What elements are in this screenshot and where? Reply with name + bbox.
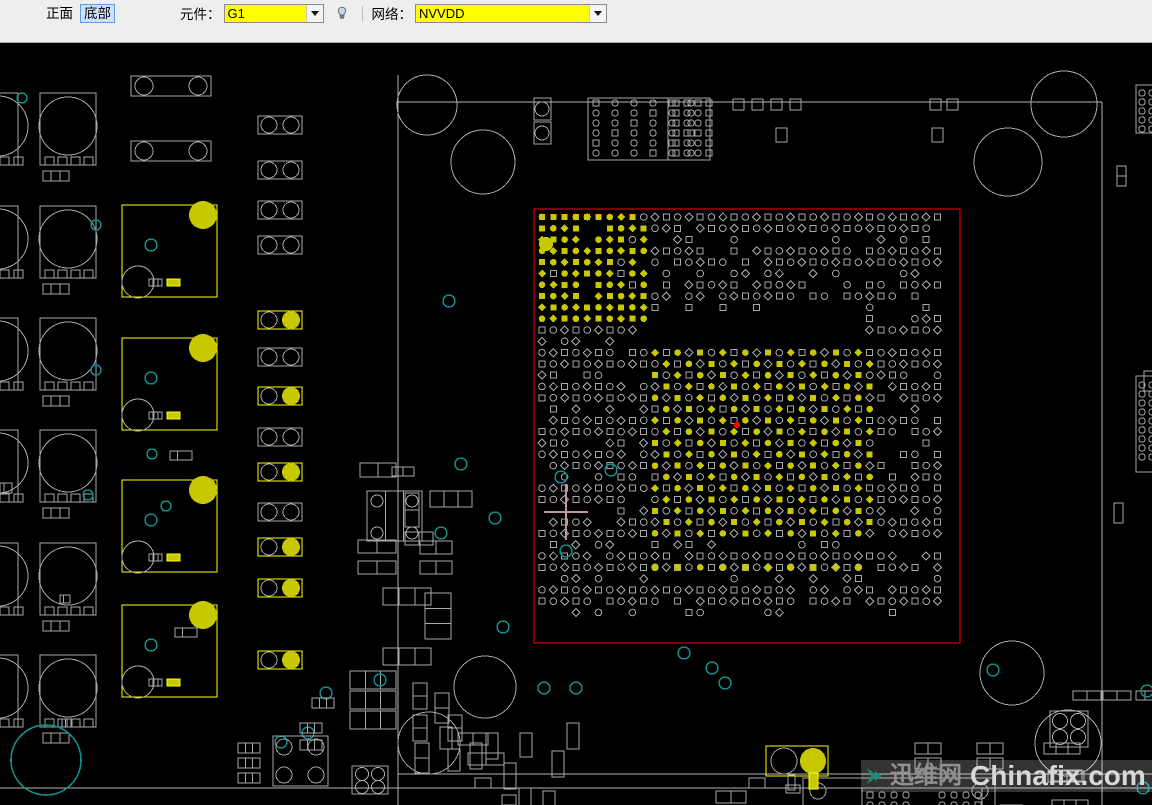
part-field-label: 元件：: [180, 7, 221, 22]
net-input[interactable]: NVVDD: [416, 4, 589, 22]
part-input[interactable]: G1: [224, 4, 306, 22]
chevron-down-icon[interactable]: [589, 4, 606, 22]
pcb-drawing: [0, 70, 1152, 805]
lightbulb-glyph: [337, 6, 346, 19]
toolbar-row: 正面 底部 元件： G1 网络： NVVDD: [0, 2, 1152, 24]
chevron-down-icon[interactable]: [305, 4, 323, 22]
lightbulb-icon[interactable]: [331, 3, 353, 23]
net-value: NVVDD: [419, 5, 465, 21]
toolbar-separator: [361, 5, 363, 21]
net-combobox[interactable]: NVVDD: [415, 3, 607, 23]
net-field-label: 网络：: [371, 7, 413, 22]
tab-top-side[interactable]: 正面: [42, 4, 77, 23]
pcb-canvas[interactable]: 迅维网 Chinafix.com: [0, 43, 1152, 805]
toolbar: 正面 底部 元件： G1 网络： NVVDD: [0, 0, 1152, 43]
part-combobox[interactable]: G1: [223, 3, 324, 23]
pcb-viewer-window: 正面 底部 元件： G1 网络： NVVDD 迅维网 Chinafix.com: [0, 0, 1152, 805]
tab-bottom-side[interactable]: 底部: [80, 3, 115, 23]
part-value: G1: [227, 4, 245, 22]
